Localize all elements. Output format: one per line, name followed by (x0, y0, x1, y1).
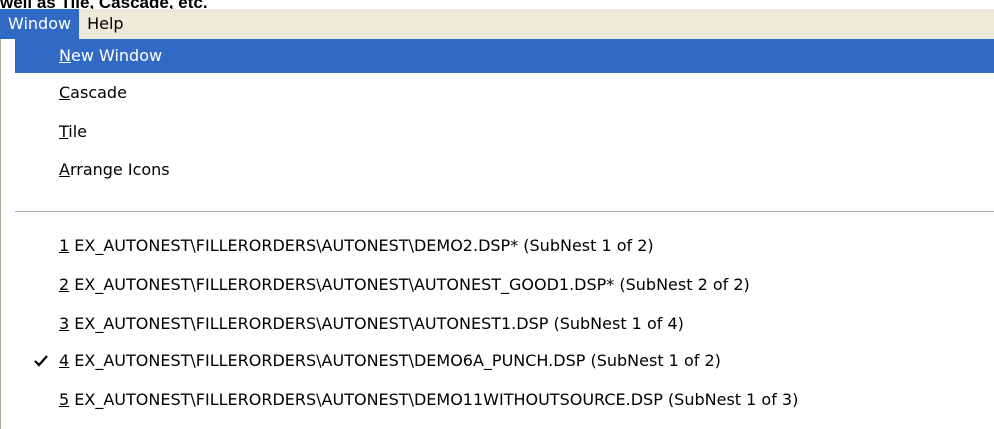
menu-item-arrange-icons[interactable]: Arrange Icons (15, 153, 994, 187)
menu-item-label: EX_AUTONEST\FILLERORDERS\AUTONEST\AUTONE… (69, 275, 750, 294)
menu-item-label: EX_AUTONEST\FILLERORDERS\AUTONEST\DEMO2.… (69, 236, 654, 255)
menu-item-window-1[interactable]: 1 EX_AUTONEST\FILLERORDERS\AUTONEST\DEMO… (15, 229, 994, 263)
menu-item-new-window[interactable]: New Window (15, 39, 994, 73)
menu-separator (15, 211, 994, 213)
menu-item-cascade[interactable]: Cascade (15, 76, 994, 110)
mnemonic: 4 (59, 351, 70, 370)
menu-item-window-4[interactable]: 4 EX_AUTONEST\FILLERORDERS\AUTONEST\DEMO… (15, 344, 994, 378)
mnemonic: 5 (59, 390, 70, 409)
menu-item-label: ile (68, 122, 88, 141)
menu-item-window-2[interactable]: 2 EX_AUTONEST\FILLERORDERS\AUTONEST\AUTO… (15, 268, 994, 302)
mnemonic: 2 (59, 275, 70, 294)
window-dropdown-menu: New Window Cascade Tile Arrange Icons 1 … (0, 39, 994, 429)
menu-item-tile[interactable]: Tile (15, 115, 994, 149)
menu-help[interactable]: Help (79, 9, 131, 39)
menu-item-label: EX_AUTONEST\FILLERORDERS\AUTONEST\DEMO11… (69, 390, 799, 409)
menu-item-label: ascade (70, 83, 127, 102)
menu-bar: Window Help (0, 9, 994, 39)
document-text-fragment: well as Tile, Cascade, etc. (0, 0, 208, 12)
mnemonic: N (59, 46, 71, 65)
mnemonic: T (59, 122, 69, 141)
mnemonic: 3 (59, 314, 70, 333)
menu-window[interactable]: Window (0, 9, 80, 39)
menu-item-label: EX_AUTONEST\FILLERORDERS\AUTONEST\DEMO6A… (69, 351, 721, 370)
menu-item-label: ew Window (70, 46, 163, 65)
mnemonic: C (59, 83, 71, 102)
menu-item-label: EX_AUTONEST\FILLERORDERS\AUTONEST\AUTONE… (69, 314, 684, 333)
mnemonic: 1 (59, 236, 70, 255)
mnemonic: A (59, 160, 70, 179)
menu-item-label: rrange Icons (69, 160, 170, 179)
menu-item-window-3[interactable]: 3 EX_AUTONEST\FILLERORDERS\AUTONEST\AUTO… (15, 307, 994, 341)
menu-item-window-5[interactable]: 5 EX_AUTONEST\FILLERORDERS\AUTONEST\DEMO… (15, 383, 994, 417)
checkmark-icon (29, 344, 53, 378)
